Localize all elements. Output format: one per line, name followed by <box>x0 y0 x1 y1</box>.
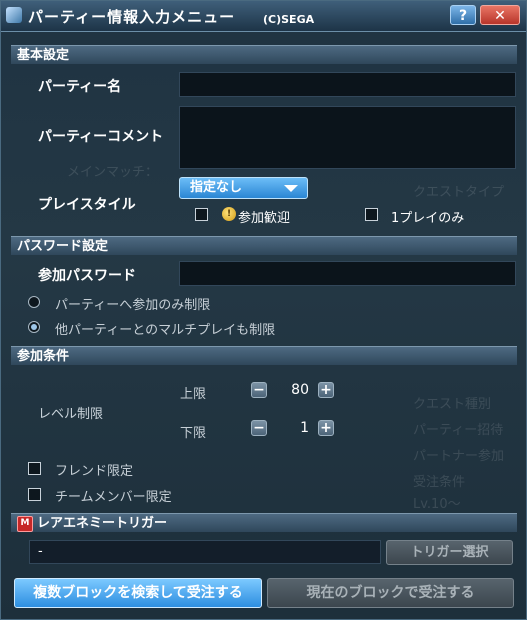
friend-only-checkbox[interactable] <box>28 462 41 475</box>
solo-play-label: 1プレイのみ <box>391 211 465 226</box>
team-only-label: チームメンバー限定 <box>55 490 172 505</box>
window-title: パーティー情報入力メニュー <box>28 8 236 26</box>
ghost-text: パートナー参加 <box>413 449 505 464</box>
radio-join-only-label: パーティーへ参加のみ制限 <box>55 298 211 313</box>
party-info-window: メインマッチ： クエストタイプ クエスト種別 パーティー招待 パートナー参加 受… <box>0 0 527 620</box>
radio-multiplay-restrict-label: 他パーティーとのマルチプレイも制限 <box>55 323 276 338</box>
party-name-label: パーティー名 <box>38 79 122 95</box>
title-bar[interactable]: パーティー情報入力メニュー (C)SEGA ? ✕ <box>1 1 526 32</box>
playstyle-dropdown[interactable]: 指定なし <box>179 177 308 199</box>
section-join-conditions: 参加条件 <box>11 346 517 365</box>
section-rare-enemy-trigger: レアエネミートリガー <box>11 513 517 532</box>
party-name-input[interactable] <box>179 72 516 97</box>
radio-join-only[interactable] <box>28 296 40 308</box>
trigger-value-field: - <box>29 540 381 564</box>
ghost-text: クエストタイプ <box>413 185 505 200</box>
team-only-checkbox[interactable] <box>28 488 41 501</box>
help-button[interactable]: ? <box>450 5 476 25</box>
welcome-checkbox[interactable] <box>195 208 208 221</box>
upper-limit-value: 80 <box>291 382 309 398</box>
upper-plus-button[interactable]: + <box>318 382 334 398</box>
close-button[interactable]: ✕ <box>480 5 520 25</box>
party-comment-label: パーティーコメント <box>38 129 164 145</box>
ghost-text: メインマッチ： <box>67 165 159 180</box>
lower-limit-label: 下限 <box>180 426 207 441</box>
ghost-text: パーティー招待 <box>413 423 504 438</box>
chevron-down-icon <box>284 185 298 192</box>
password-input[interactable] <box>179 261 516 286</box>
party-comment-textarea[interactable] <box>179 106 516 169</box>
playstyle-selected-value: 指定なし <box>190 180 243 195</box>
copyright-text: (C)SEGA <box>263 13 315 26</box>
solo-play-checkbox[interactable] <box>365 208 378 221</box>
accept-current-block-button[interactable]: 現在のブロックで受注する <box>267 578 514 608</box>
radio-multiplay-restrict[interactable] <box>28 321 40 333</box>
window-icon <box>6 7 22 23</box>
ghost-text: 受注条件 <box>413 475 466 490</box>
friend-only-label: フレンド限定 <box>55 464 134 479</box>
lower-limit-value: 1 <box>300 420 309 436</box>
smile-icon: ! <box>222 207 236 221</box>
section-basic-settings: 基本設定 <box>11 45 517 64</box>
section-password-settings: パスワード設定 <box>11 236 517 255</box>
level-limit-label: レベル制限 <box>38 407 104 422</box>
upper-limit-label: 上限 <box>180 387 207 402</box>
trigger-icon: M <box>17 516 33 532</box>
lower-plus-button[interactable]: + <box>318 420 334 436</box>
welcome-label: 参加歓迎 <box>238 211 291 226</box>
trigger-select-button[interactable]: トリガー選択 <box>386 540 513 565</box>
ghost-text: Lv.10～ <box>413 497 461 512</box>
ghost-text: クエスト種別 <box>413 397 492 412</box>
search-multiple-blocks-button[interactable]: 複数ブロックを検索して受注する <box>14 578 262 608</box>
password-label: 参加パスワード <box>38 268 136 284</box>
playstyle-label: プレイスタイル <box>38 197 136 213</box>
